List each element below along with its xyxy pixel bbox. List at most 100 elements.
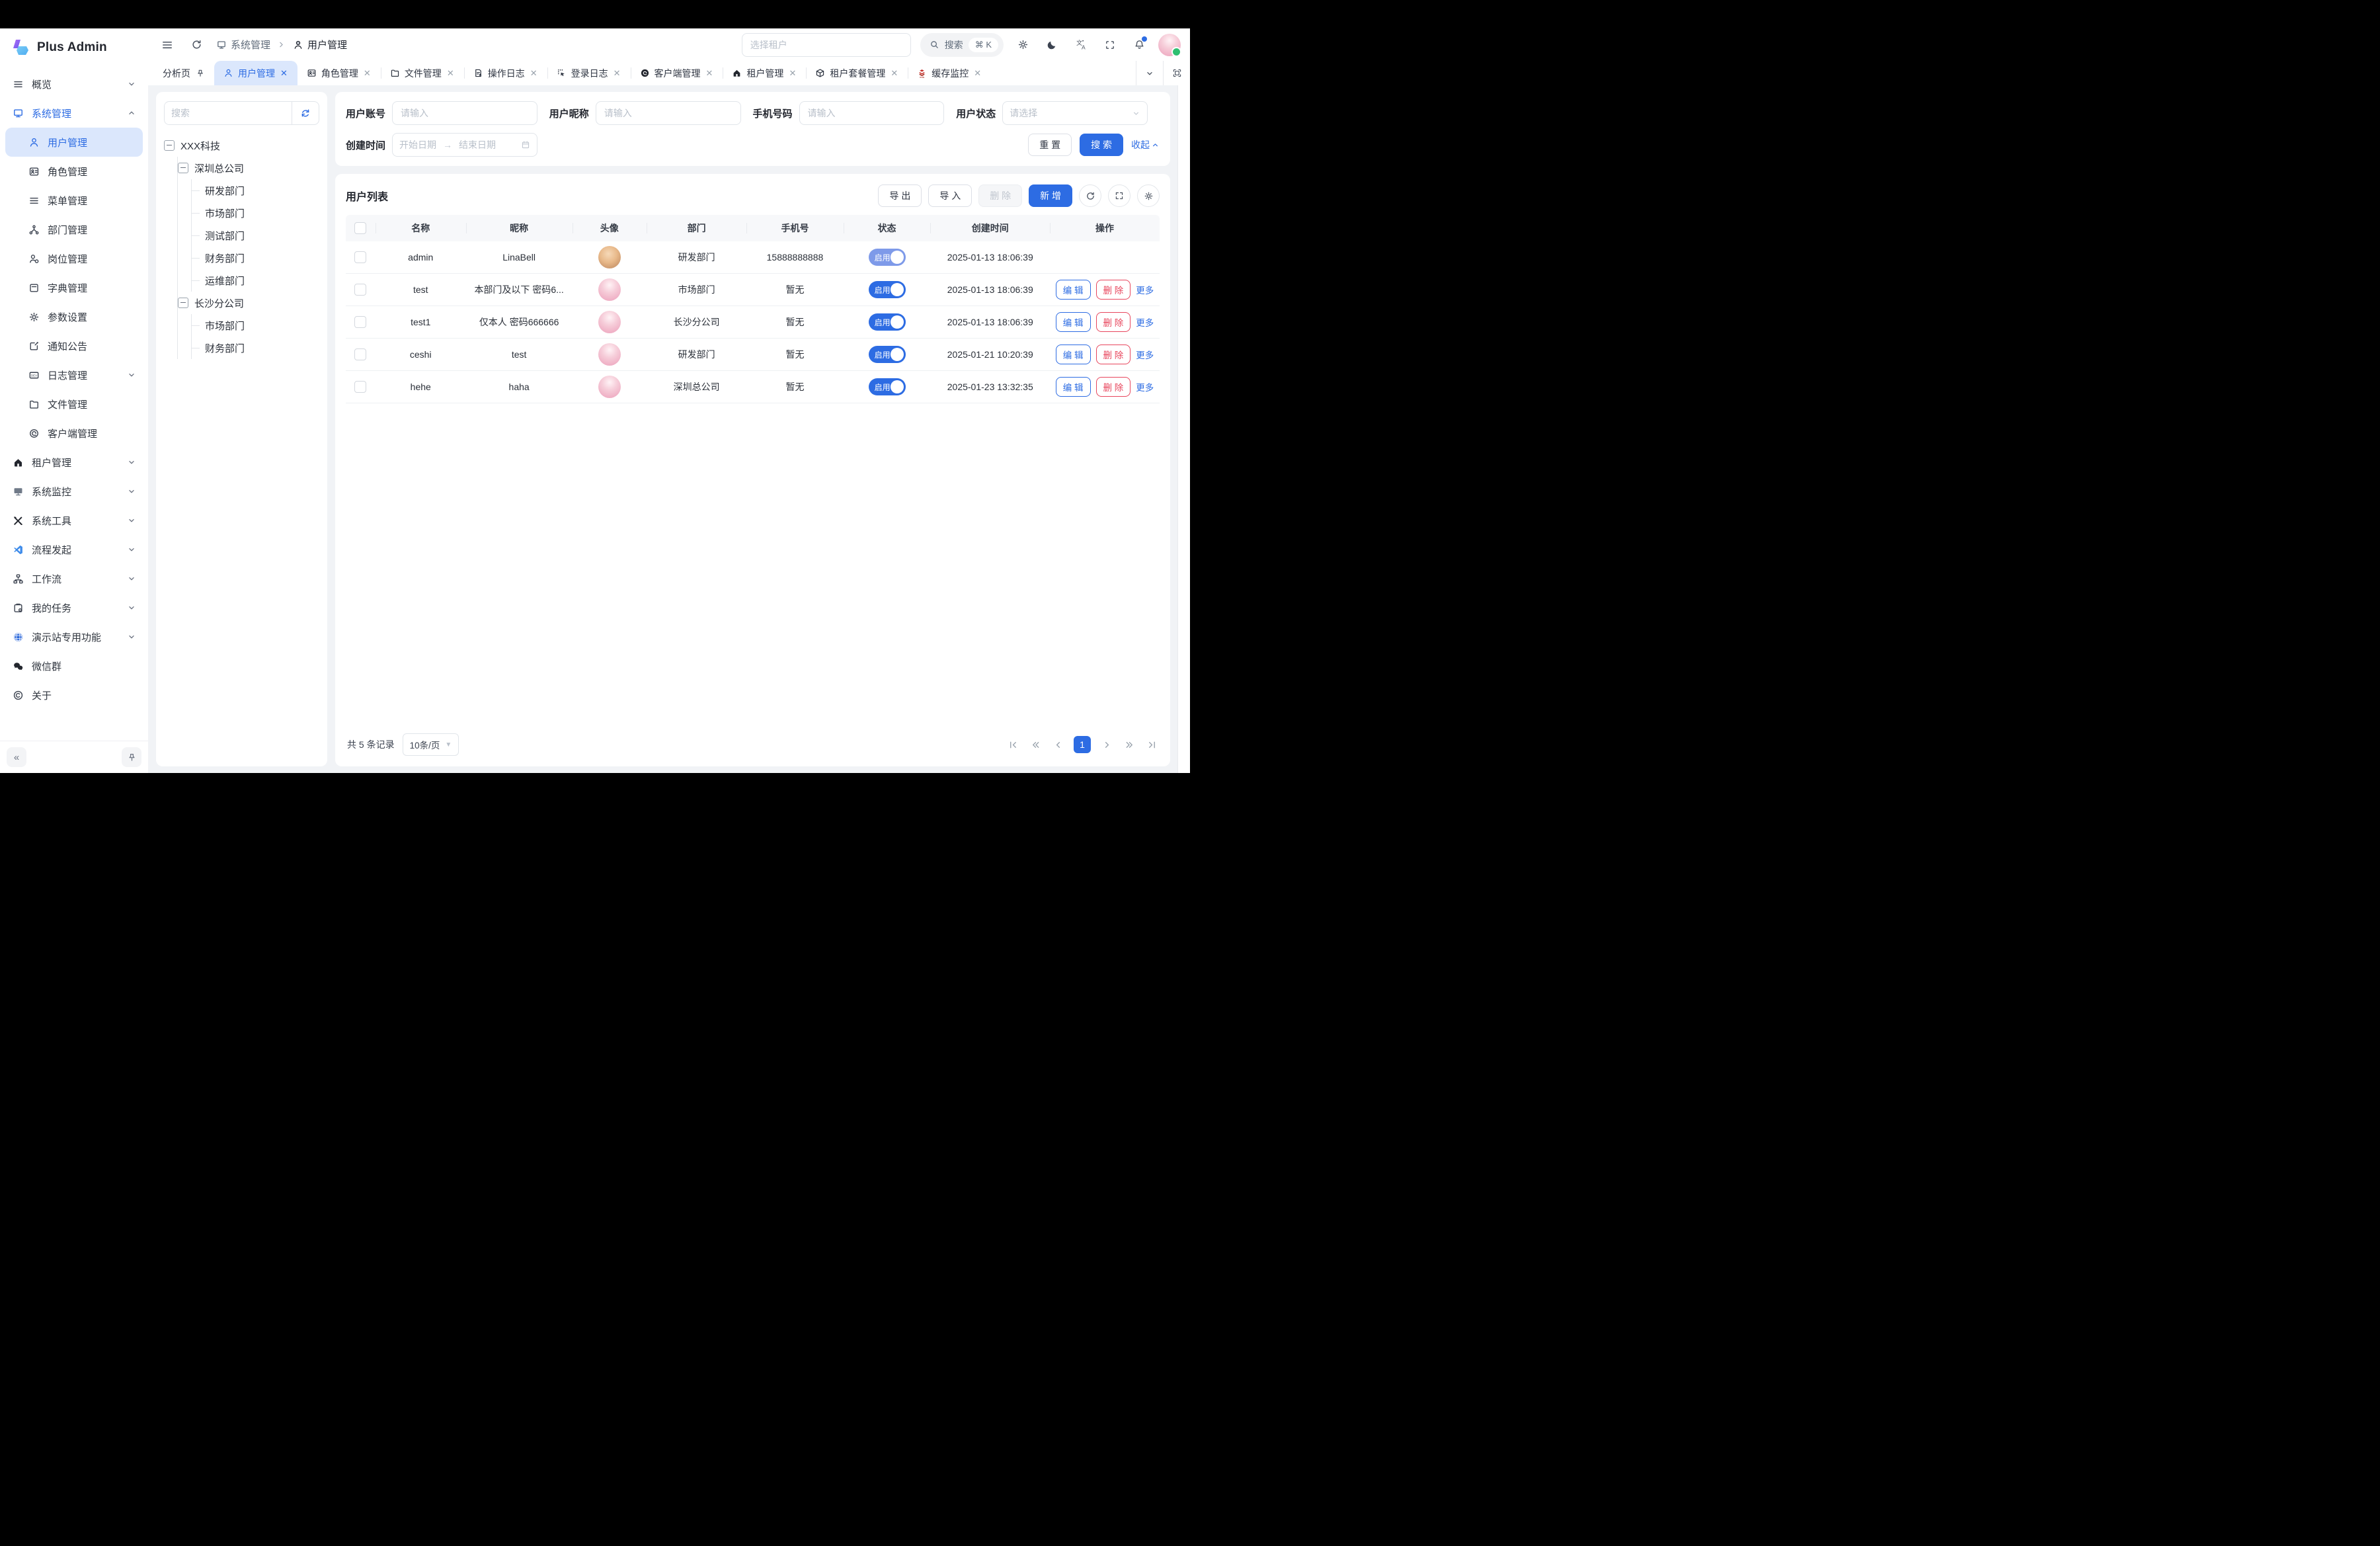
sidebar-item-client-management[interactable]: 客户端管理 [5,419,143,448]
tree-collapse-icon[interactable] [178,298,188,308]
notifications-bell-icon[interactable] [1129,35,1149,55]
tree-node[interactable]: 深圳总公司 [178,157,319,179]
global-search-button[interactable]: 搜索 ⌘ K [920,33,1004,57]
date-range-picker[interactable]: 开始日期 → 结束日期 [392,133,537,157]
status-select[interactable]: 请选择 [1002,101,1148,125]
phone-input[interactable] [807,107,937,119]
sidebar-item-notice[interactable]: 通知公告 [5,331,143,360]
sidebar-item-my-tasks[interactable]: 我的任务 [5,593,143,622]
row-checkbox[interactable] [354,284,366,296]
sidebar-item-system-tools[interactable]: 系统工具 [5,506,143,535]
table-refresh-button[interactable] [1079,184,1101,207]
close-icon[interactable]: ✕ [363,68,372,79]
tab-login-log[interactable]: 登录日志✕ [547,61,631,85]
tree-collapse-icon[interactable] [164,140,175,151]
tree-leaf[interactable]: 市场部门 [192,314,319,337]
sidebar-item-wechat-group[interactable]: 微信群 [5,651,143,680]
delete-row-button[interactable]: 删 除 [1096,345,1131,364]
sidebar-item-system-management[interactable]: 系统管理 [5,99,143,128]
sidebar-item-workflow[interactable]: 工作流 [5,564,143,593]
user-avatar[interactable] [1158,34,1181,56]
more-button[interactable]: 更多 [1136,283,1154,296]
search-button[interactable]: 搜 索 [1080,134,1123,156]
next-page-button[interactable] [1100,736,1113,753]
hamburger-menu-icon[interactable] [157,35,177,55]
tab-analysis[interactable]: 分析页 [153,61,214,85]
close-icon[interactable]: ✕ [446,68,455,79]
settings-gear-icon[interactable] [1013,35,1033,55]
nickname-input[interactable] [603,107,734,119]
sidebar-item-menu-management[interactable]: 菜单管理 [5,186,143,215]
delete-row-button[interactable]: 删 除 [1096,377,1131,397]
tabs-dropdown-button[interactable] [1136,61,1163,85]
edit-button[interactable]: 编 辑 [1056,312,1091,332]
tree-node[interactable]: 长沙分公司 [178,292,319,314]
refresh-page-icon[interactable] [186,35,206,55]
edit-button[interactable]: 编 辑 [1056,280,1091,300]
collapse-filters-link[interactable]: 收起 [1131,138,1160,151]
more-button[interactable]: 更多 [1136,380,1154,393]
tree-node[interactable]: XXX科技 [164,134,319,157]
close-icon[interactable]: ✕ [788,68,797,79]
add-button[interactable]: 新 增 [1029,184,1072,207]
table-settings-button[interactable] [1137,184,1160,207]
tab-operation-log[interactable]: 操作日志✕ [464,61,547,85]
content-fullscreen-button[interactable] [1163,61,1190,85]
close-icon[interactable]: ✕ [280,68,288,79]
sidebar-item-file-management[interactable]: 文件管理 [5,389,143,419]
delete-button[interactable]: 删 除 [978,184,1022,207]
close-icon[interactable]: ✕ [613,68,621,79]
tenant-select-input[interactable] [742,33,911,57]
row-checkbox[interactable] [354,251,366,263]
page-size-select[interactable]: 10条/页 ▼ [403,733,459,756]
sidebar-item-dict-management[interactable]: 字典管理 [5,273,143,302]
last-page-button[interactable] [1145,736,1158,753]
delete-row-button[interactable]: 删 除 [1096,312,1131,332]
row-checkbox[interactable] [354,348,366,360]
account-input[interactable] [399,107,530,119]
more-button[interactable]: 更多 [1136,315,1154,329]
sidebar-item-log-management[interactable]: DEV日志管理 [5,360,143,389]
close-icon[interactable]: ✕ [890,68,898,79]
status-toggle[interactable]: 启用 [869,313,906,331]
tree-search-input[interactable] [165,102,292,124]
tab-file-management[interactable]: 文件管理✕ [381,61,464,85]
sidebar-item-system-monitor[interactable]: 系统监控 [5,477,143,506]
status-toggle[interactable]: 启用 [869,249,906,266]
breadcrumb-user-management[interactable]: 用户管理 [292,38,347,52]
sidebar-collapse-button[interactable]: « [7,747,26,767]
tab-cache-monitor[interactable]: redis缓存监控✕ [908,61,991,85]
edit-button[interactable]: 编 辑 [1056,345,1091,364]
status-toggle[interactable]: 启用 [869,281,906,298]
dark-mode-moon-icon[interactable] [1042,35,1062,55]
tab-user-management[interactable]: 用户管理✕ [214,61,298,85]
fullscreen-icon[interactable] [1100,35,1120,55]
close-icon[interactable]: ✕ [705,68,714,79]
prev-page-button[interactable] [1051,736,1064,753]
tab-tenant-package[interactable]: 租户套餐管理✕ [806,61,908,85]
scrollbar-track[interactable] [1177,85,1190,773]
sidebar-item-role-management[interactable]: 角色管理 [5,157,143,186]
row-checkbox[interactable] [354,381,366,393]
export-button[interactable]: 导 出 [878,184,922,207]
next-5-pages-button[interactable] [1123,736,1136,753]
brand[interactable]: Plus Admin [0,28,148,67]
import-button[interactable]: 导 入 [928,184,972,207]
tree-leaf[interactable]: 财务部门 [192,337,319,359]
first-page-button[interactable] [1006,736,1019,753]
tree-leaf[interactable]: 市场部门 [192,202,319,224]
pin-icon[interactable] [195,68,205,78]
table-fullscreen-button[interactable] [1108,184,1130,207]
tree-leaf[interactable]: 研发部门 [192,179,319,202]
tab-tenant-management[interactable]: 租户管理✕ [723,61,806,85]
tab-role-management[interactable]: 角色管理✕ [298,61,381,85]
sidebar-item-param-settings[interactable]: 参数设置 [5,302,143,331]
tree-collapse-icon[interactable] [178,163,188,173]
prev-5-pages-button[interactable] [1029,736,1042,753]
sidebar-item-process-start[interactable]: 流程发起 [5,535,143,564]
translate-icon[interactable]: 文A [1071,35,1091,55]
sidebar-item-tenant-management[interactable]: 租户管理 [5,448,143,477]
edit-button[interactable]: 编 辑 [1056,377,1091,397]
sidebar-item-demo-features[interactable]: 演示站专用功能 [5,622,143,651]
breadcrumb-system-management[interactable]: 系统管理 [216,38,270,52]
